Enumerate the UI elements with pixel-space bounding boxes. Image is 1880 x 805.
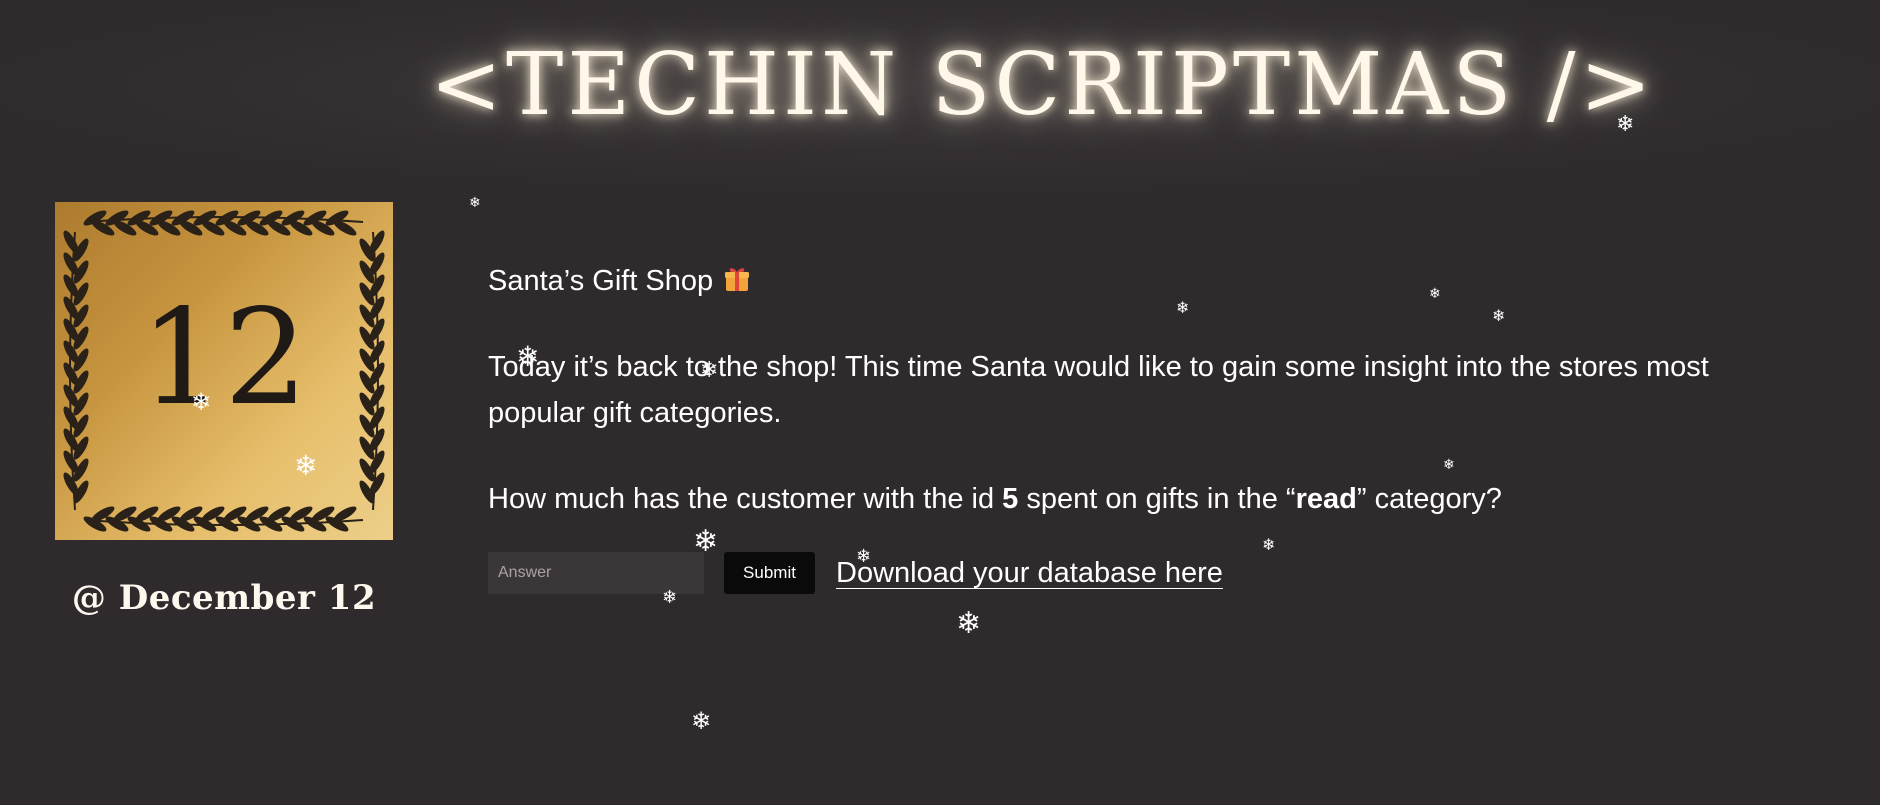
puzzle-title-text: Santa’s Gift Shop — [488, 265, 714, 297]
snowflake-icon: ❄ — [469, 195, 481, 211]
answer-input[interactable] — [488, 552, 704, 594]
site-title: <TECHIN SCRIPTMAS /> — [430, 35, 1656, 135]
question-customer-id: 5 — [1002, 483, 1019, 515]
puzzle-intro: Today it’s back to the shop! This time S… — [488, 351, 1709, 429]
puzzle-title: Santa’s Gift Shop — [488, 258, 751, 304]
day-tile: 12 — [55, 202, 393, 540]
question-category: read — [1295, 483, 1357, 515]
submit-button[interactable]: Submit — [724, 552, 815, 594]
snowflake-icon: ❄ — [1176, 298, 1190, 317]
answer-form: Submit Download your database here — [488, 550, 1223, 596]
question-text-2: spent on gifts in the “ — [1018, 483, 1296, 515]
puzzle-question: How much has the customer with the id 5 … — [488, 476, 1788, 522]
day-date-label: @ December 12 — [71, 578, 377, 618]
snowflake-icon: ❄ — [1492, 306, 1506, 325]
snowflake-icon: ❄ — [1443, 457, 1455, 473]
question-text-1: How much has the customer with the id — [488, 483, 1003, 515]
gift-icon — [723, 261, 751, 291]
snowflake-icon: ❄ — [956, 606, 982, 641]
day-number: 12 — [140, 281, 308, 435]
download-database-link[interactable]: Download your database here — [836, 550, 1223, 596]
question-text-3: ” category? — [1356, 483, 1502, 515]
snowflake-icon: ❄ — [1429, 286, 1441, 302]
snowflake-icon: ❄ — [1262, 535, 1276, 554]
snowflake-icon: ❄ — [691, 707, 712, 735]
